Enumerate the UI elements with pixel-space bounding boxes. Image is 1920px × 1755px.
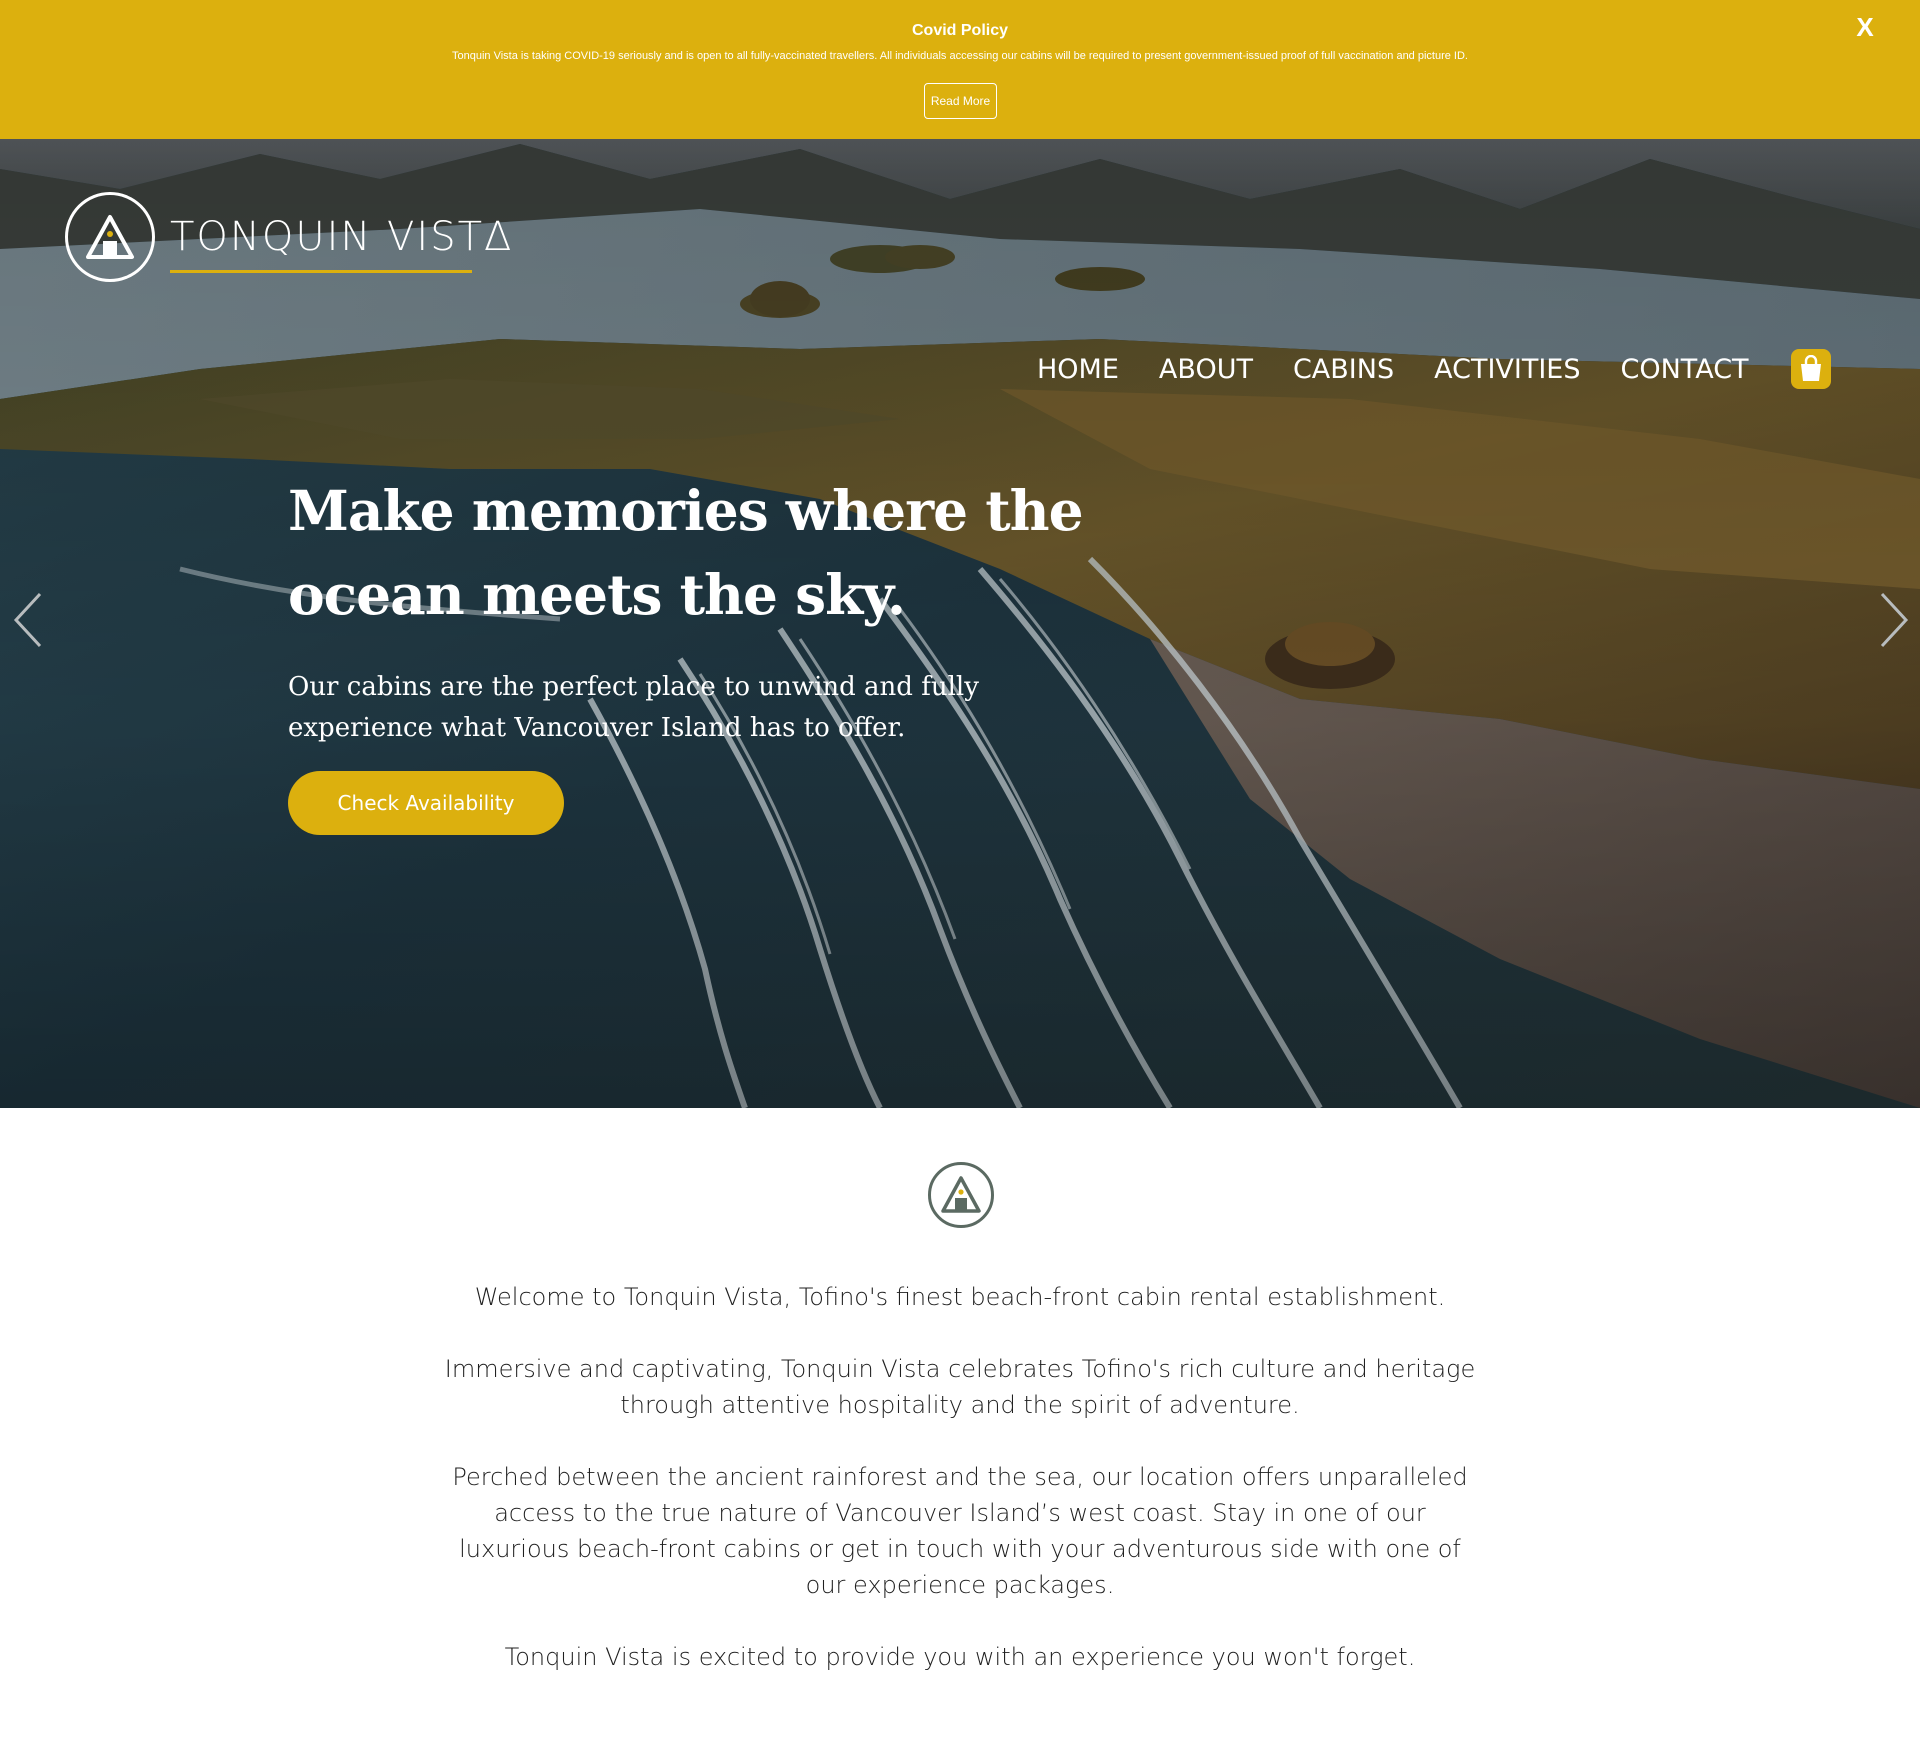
main-nav: HOME ABOUT CABINS ACTIVITIES CONTACT	[1037, 349, 1831, 389]
hero-content: Make memories where the ocean meets the …	[288, 469, 1188, 749]
slider-prev-button[interactable]	[8, 588, 48, 652]
check-availability-button[interactable]: Check Availability	[288, 771, 564, 835]
covid-title: Covid Policy	[911, 22, 1009, 39]
hero: TONQUIN VISTΔ HOME ABOUT CABINS ACTIVITI…	[0, 139, 1920, 1108]
welcome-paragraph-2: Immersive and captivating, Tonquin Vista…	[444, 1355, 1476, 1419]
welcome-paragraph-4: Tonquin Vista is excited to provide you …	[504, 1643, 1416, 1671]
nav-cabins[interactable]: CABINS	[1293, 354, 1394, 385]
cart-button[interactable]	[1790, 349, 1831, 389]
logo-text: TONQUIN VISTΔ	[170, 213, 514, 260]
logo-emblem-icon	[65, 191, 155, 282]
hero-subheading: Our cabins are the perfect place to unwi…	[288, 672, 979, 743]
nav-home[interactable]: HOME	[1037, 354, 1119, 385]
hero-headline: Make memories where the ocean meets the …	[288, 478, 1084, 627]
chevron-left-icon	[13, 592, 42, 648]
welcome-section: Welcome to Tonquin Vista, Tofino's fines…	[440, 1279, 1480, 1711]
close-banner-button[interactable]: X	[1850, 10, 1880, 44]
logo-underline	[170, 269, 472, 273]
nav-contact[interactable]: CONTACT	[1621, 354, 1749, 385]
emblem-icon	[928, 1162, 994, 1228]
logo[interactable]: TONQUIN VISTΔ	[65, 189, 511, 284]
slider-next-button[interactable]	[1874, 588, 1914, 652]
chevron-right-icon	[1880, 592, 1909, 648]
nav-about[interactable]: ABOUT	[1159, 354, 1253, 385]
covid-banner: Covid Policy Tonquin Vista is taking COV…	[0, 0, 1920, 139]
nav-activities[interactable]: ACTIVITIES	[1434, 354, 1580, 385]
shopping-bag-icon	[1800, 355, 1821, 381]
welcome-paragraph-1: Welcome to Tonquin Vista, Tofino's fines…	[474, 1283, 1446, 1311]
read-more-button[interactable]: Read More	[924, 83, 997, 119]
covid-text: Tonquin Vista is taking COVID-19 serious…	[452, 50, 1468, 62]
welcome-paragraph-3: Perched between the ancient rainforest a…	[452, 1463, 1468, 1599]
